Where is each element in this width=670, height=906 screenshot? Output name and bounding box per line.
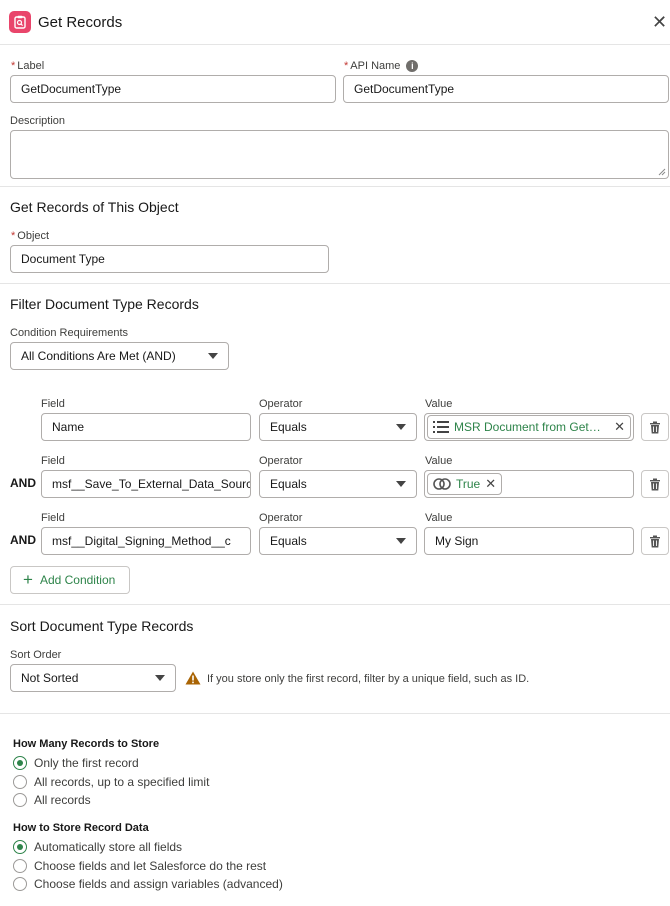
boolean-icon <box>433 478 451 490</box>
divider <box>0 186 670 187</box>
api-name-label: * API Name i <box>344 60 419 72</box>
delete-condition-button[interactable] <box>641 413 669 441</box>
sort-order-select[interactable]: Not Sorted <box>10 664 176 692</box>
chevron-down-icon <box>396 424 406 430</box>
condition-field-input[interactable]: msf__Save_To_External_Data_Sourc <box>41 470 251 498</box>
description-textarea[interactable] <box>10 130 669 179</box>
condition-value-input[interactable]: MSR Document from GetDocu... ✕ <box>424 413 634 441</box>
value-label: Value <box>425 398 453 410</box>
condition-requirements-select[interactable]: All Conditions Are Met (AND) <box>10 342 229 370</box>
and-connector: AND <box>10 476 36 490</box>
remove-icon[interactable]: ✕ <box>614 419 625 435</box>
trash-icon <box>650 535 660 547</box>
divider <box>0 604 670 605</box>
delete-condition-button[interactable] <box>641 470 669 498</box>
radio-button[interactable] <box>13 877 27 891</box>
condition-operator-select[interactable]: Equals <box>259 527 417 555</box>
radio-button[interactable] <box>13 756 27 770</box>
value-pill-text: MSR Document from GetDocu... <box>454 420 609 434</box>
store-count-title: How Many Records to Store <box>13 738 160 750</box>
field-label: Field <box>41 512 65 524</box>
radio-records-up-to-limit[interactable]: All records, up to a specified limit <box>13 773 209 791</box>
radio-all-records[interactable]: All records <box>13 791 91 809</box>
modal-header: Get Records ✕ <box>0 0 670 45</box>
object-label: * Object <box>11 230 50 242</box>
close-icon[interactable]: ✕ <box>652 12 667 32</box>
radio-only-first-record[interactable]: Only the first record <box>13 754 139 772</box>
plus-icon: + <box>23 570 33 589</box>
get-records-icon <box>9 11 31 33</box>
label-field-label: * Label <box>11 60 45 72</box>
radio-choose-fields-variables[interactable]: Choose fields and assign variables (adva… <box>13 875 283 893</box>
radio-button[interactable] <box>13 793 27 807</box>
value-label: Value <box>425 512 453 524</box>
field-label: Field <box>41 455 65 467</box>
warning-icon <box>185 671 201 688</box>
operator-label: Operator <box>259 398 303 410</box>
condition-field-input[interactable]: Name <box>41 413 251 441</box>
object-section-title: Get Records of This Object <box>10 199 179 215</box>
label-input[interactable]: GetDocumentType <box>10 75 336 103</box>
chevron-down-icon <box>208 353 218 359</box>
modal-title: Get Records <box>38 14 123 31</box>
object-input[interactable]: Document Type <box>10 245 329 273</box>
chevron-down-icon <box>396 481 406 487</box>
field-label: Field <box>41 398 65 410</box>
condition-operator-select[interactable]: Equals <box>259 470 417 498</box>
radio-button[interactable] <box>13 840 27 854</box>
filter-section-title: Filter Document Type Records <box>10 296 199 312</box>
chevron-down-icon <box>155 675 165 681</box>
condition-field-input[interactable]: msf__Digital_Signing_Method__c <box>41 527 251 555</box>
store-data-title: How to Store Record Data <box>13 822 149 834</box>
value-pill: MSR Document from GetDocu... ✕ <box>427 415 631 439</box>
sort-order-label: Sort Order <box>10 649 62 661</box>
divider <box>0 713 670 714</box>
chevron-down-icon <box>396 538 406 544</box>
value-label: Value <box>425 455 453 467</box>
operator-label: Operator <box>259 455 303 467</box>
resize-handle-icon <box>658 168 666 176</box>
add-condition-button[interactable]: + Add Condition <box>10 566 130 594</box>
condition-value-input[interactable]: My Sign <box>424 527 634 555</box>
sort-warning-text: If you store only the first record, filt… <box>207 673 530 685</box>
radio-button[interactable] <box>13 775 27 789</box>
remove-icon[interactable]: ✕ <box>485 476 496 492</box>
description-label: Description <box>10 115 66 127</box>
and-connector: AND <box>10 533 36 547</box>
info-icon[interactable]: i <box>406 60 419 72</box>
value-pill: True ✕ <box>427 473 503 495</box>
condition-value-input[interactable]: True ✕ <box>424 470 634 498</box>
delete-condition-button[interactable] <box>641 527 669 555</box>
condition-requirements-label: Condition Requirements <box>10 327 129 339</box>
radio-choose-fields-salesforce[interactable]: Choose fields and let Salesforce do the … <box>13 857 266 875</box>
radio-auto-store-fields[interactable]: Automatically store all fields <box>13 838 182 856</box>
api-name-input[interactable]: GetDocumentType <box>343 75 669 103</box>
divider <box>0 283 670 284</box>
trash-icon <box>650 478 660 490</box>
trash-icon <box>650 421 660 433</box>
list-icon <box>433 421 449 433</box>
value-pill-text: True <box>456 477 481 491</box>
operator-label: Operator <box>259 512 303 524</box>
sort-section-title: Sort Document Type Records <box>10 618 194 634</box>
condition-operator-select[interactable]: Equals <box>259 413 417 441</box>
radio-button[interactable] <box>13 859 27 873</box>
